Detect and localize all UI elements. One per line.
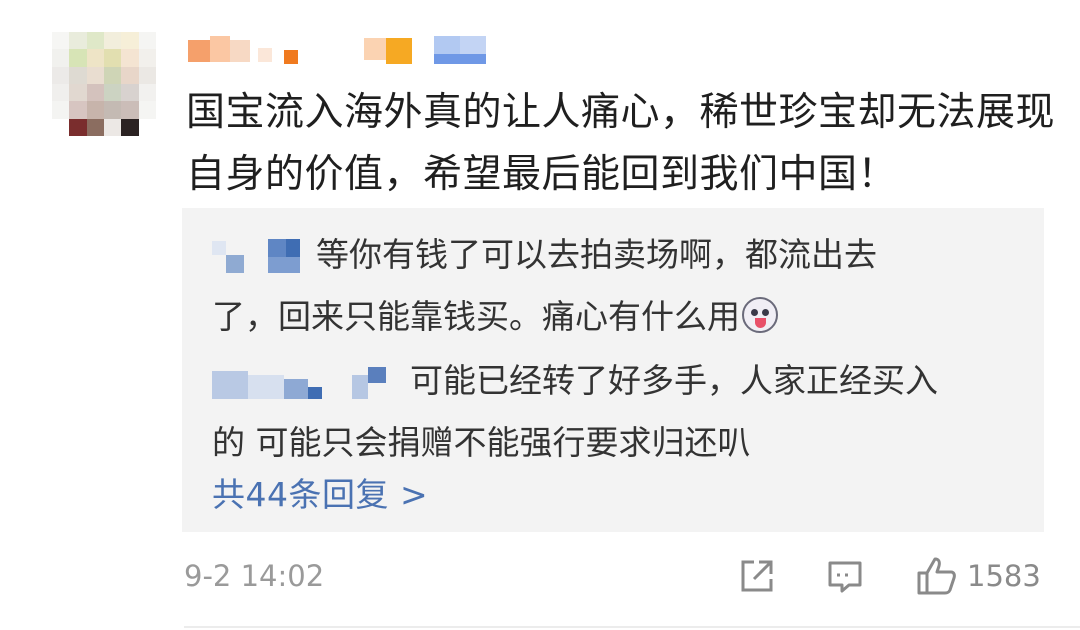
reply-text-line: 可能已经转了好多手，人家正经买入 bbox=[410, 361, 938, 400]
comment-footer: 9-2 14:02 1583 bbox=[184, 555, 1044, 599]
reply-item[interactable]: 可能已经转了好多手，人家正经买入 的 可能只会捐赠不能强行要求归还叭 bbox=[212, 350, 1012, 474]
share-button[interactable] bbox=[737, 555, 777, 597]
reply-username[interactable] bbox=[212, 238, 300, 275]
reply-username[interactable] bbox=[212, 365, 392, 401]
like-button[interactable]: 1583 bbox=[915, 555, 1041, 597]
like-count: 1583 bbox=[967, 559, 1041, 593]
divider bbox=[184, 626, 1080, 628]
replies-panel[interactable]: 等你有钱了可以去拍卖场啊，都流出去 了，回来只能靠钱买。痛心有什么用 可能已经转… bbox=[182, 208, 1044, 532]
avatar[interactable] bbox=[52, 32, 156, 136]
comment-icon bbox=[828, 561, 862, 593]
reply-button[interactable] bbox=[825, 555, 865, 597]
reply-text-line: 的 可能只会捐赠不能强行要求归还叭 bbox=[212, 423, 751, 462]
comment-text-line: 国宝流入海外真的让人痛心，稀世珍宝却无法展现 bbox=[186, 90, 1056, 135]
husky-emoji-icon bbox=[742, 296, 778, 333]
timestamp: 9-2 14:02 bbox=[184, 559, 325, 593]
comment-text: 国宝流入海外真的让人痛心，稀世珍宝却无法展现 自身的价值，希望最后能回到我们中国… bbox=[186, 82, 1056, 206]
username[interactable] bbox=[188, 34, 508, 64]
reply-text-line: 等你有钱了可以去拍卖场啊，都流出去 bbox=[316, 235, 877, 274]
reply-item[interactable]: 等你有钱了可以去拍卖场啊，都流出去 了，回来只能靠钱买。痛心有什么用 bbox=[212, 224, 1012, 348]
comment-text-line: 自身的价值，希望最后能回到我们中国！ bbox=[186, 152, 898, 197]
view-all-replies-link[interactable]: 共44条回复 > bbox=[212, 468, 428, 516]
thumbs-up-icon bbox=[917, 557, 956, 595]
share-icon bbox=[741, 560, 773, 592]
reply-text-line: 了，回来只能靠钱买。痛心有什么用 bbox=[212, 297, 740, 336]
